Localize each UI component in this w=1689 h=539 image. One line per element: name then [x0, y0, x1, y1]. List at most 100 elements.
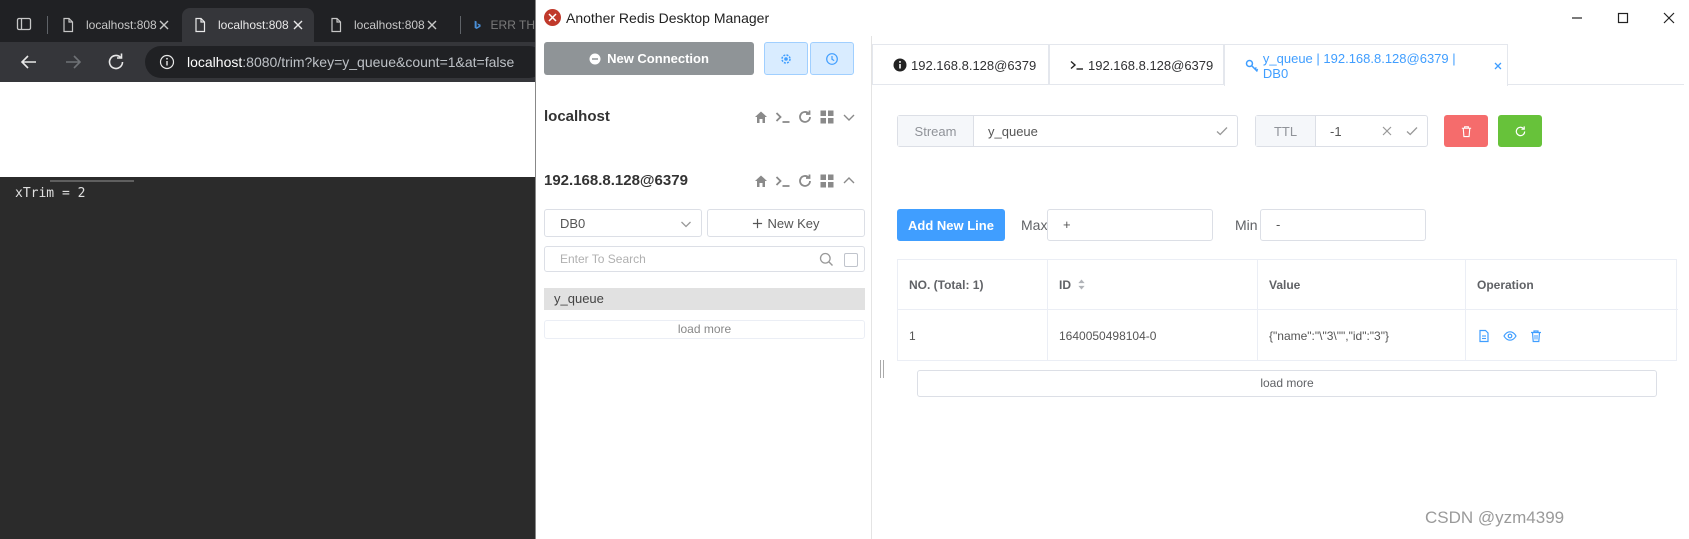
browser-tab-bar: localhost:808 localhost:808 localhost:80… [0, 0, 535, 42]
chevron-up-icon[interactable] [841, 173, 857, 189]
check-icon[interactable] [1405, 124, 1419, 138]
minus-circle-icon [589, 53, 601, 64]
db-select[interactable]: DB0 [544, 209, 702, 237]
column-header-value: Value [1258, 260, 1466, 310]
tab-actions-icon[interactable] [16, 16, 32, 32]
app-title: Another Redis Desktop Manager [566, 10, 770, 26]
tab-label: y_queue | 192.168.8.128@6379 | DB0 [1262, 50, 1456, 81]
browser-tab-label: localhost:808 [86, 18, 157, 32]
grid-icon[interactable] [819, 173, 835, 189]
url-text: localhost:8080/trim?key=y_queue&count=1&… [187, 54, 514, 70]
close-window-icon[interactable] [1661, 10, 1677, 26]
browser-tab-label: ERR TH [490, 18, 535, 32]
ttl-input[interactable]: TTL -1 [1255, 115, 1428, 147]
gear-icon [781, 53, 791, 64]
browser-tab-2[interactable]: localhost:808 [182, 8, 314, 42]
min-label: Min [1235, 217, 1258, 233]
home-icon[interactable] [753, 109, 769, 125]
min-input[interactable]: - [1260, 209, 1426, 241]
check-icon[interactable] [1215, 124, 1229, 138]
connection-localhost[interactable]: localhost [544, 108, 610, 125]
chevron-down-icon[interactable] [841, 109, 857, 125]
connections-pane: New Connection localhost 192.168.8.128@6… [536, 36, 872, 539]
terminal-icon [1070, 60, 1083, 70]
clear-icon[interactable] [1381, 125, 1393, 137]
reload-icon[interactable] [104, 50, 128, 74]
close-icon[interactable] [156, 17, 172, 33]
search-placeholder: Enter To Search [560, 252, 646, 266]
load-more-rows-button[interactable]: load more [917, 370, 1657, 397]
terminal-icon[interactable] [775, 109, 791, 125]
eye-icon[interactable] [1503, 329, 1517, 343]
address-bar[interactable]: localhost:8080/trim?key=y_queue&count=1&… [145, 46, 545, 78]
new-connection-button[interactable]: New Connection [544, 42, 754, 75]
load-more-keys-button[interactable]: load more [544, 320, 865, 339]
refresh-icon [1515, 125, 1525, 136]
new-key-button[interactable]: New Key [707, 209, 865, 237]
column-header-id[interactable]: ID [1048, 260, 1258, 310]
url-host: localhost [187, 54, 243, 70]
home-icon[interactable] [753, 173, 769, 189]
back-icon[interactable] [17, 50, 41, 74]
connection-192-168-8-128[interactable]: 192.168.8.128@6379 [544, 172, 688, 189]
tab-key-y-queue[interactable]: y_queue | 192.168.8.128@6379 | DB0 [1224, 44, 1508, 86]
max-input[interactable]: + [1047, 209, 1213, 241]
connection-toolbar [753, 109, 857, 125]
max-label: Max [1021, 217, 1048, 233]
browser-tab-1[interactable]: localhost:808 [50, 8, 180, 42]
plus-icon [753, 218, 763, 228]
settings-button[interactable] [764, 42, 808, 75]
grid-icon[interactable] [819, 109, 835, 125]
connection-toolbar [753, 173, 857, 189]
add-new-line-button[interactable]: Add New Line [897, 209, 1005, 241]
page-dark-area [0, 177, 535, 539]
browser-tab-label: localhost:808 [354, 18, 425, 32]
tab-label: 192.168.8.128@6379 [1088, 57, 1214, 73]
app-logo-icon [544, 9, 561, 26]
tab-console[interactable]: 192.168.8.128@6379 [1049, 44, 1224, 85]
key-detail-pane: 192.168.8.128@6379 192.168.8.128@6379 y_… [872, 36, 1689, 539]
search-icon[interactable] [819, 252, 834, 267]
sort-icon[interactable] [1077, 278, 1086, 291]
exact-search-checkbox[interactable] [844, 253, 858, 267]
minimize-icon[interactable] [1569, 10, 1585, 26]
pane-resize-handle[interactable] [880, 360, 884, 378]
close-icon[interactable] [424, 17, 440, 33]
tab-bar: 192.168.8.128@6379 192.168.8.128@6379 y_… [872, 44, 1684, 86]
refresh-key-button[interactable] [1498, 115, 1542, 147]
page-icon [195, 17, 206, 33]
document-icon[interactable] [1477, 329, 1491, 343]
close-tab-icon[interactable] [1493, 61, 1503, 71]
maximize-icon[interactable] [1615, 10, 1631, 26]
key-type-label: Stream [898, 116, 974, 146]
browser-tab-3[interactable]: localhost:808 [318, 8, 448, 42]
delete-key-button[interactable] [1444, 115, 1488, 147]
ttl-label: TTL [1256, 116, 1316, 146]
refresh-icon[interactable] [797, 109, 813, 125]
column-header-id-label: ID [1059, 277, 1071, 292]
clock-icon [826, 52, 838, 65]
close-icon[interactable] [290, 17, 306, 33]
browser-tab-label: localhost:808 [218, 18, 289, 32]
tab-label: 192.168.8.128@6379 [911, 57, 1037, 73]
refresh-icon[interactable] [797, 173, 813, 189]
url-path: :8080/trim?key=y_queue&count=1&at=false [242, 54, 515, 70]
key-search-input[interactable]: Enter To Search [544, 246, 865, 272]
key-name-input[interactable]: Stream y_queue [897, 115, 1238, 147]
terminal-icon[interactable] [775, 173, 791, 189]
key-list-item[interactable]: y_queue [544, 288, 865, 310]
divider [50, 180, 134, 182]
browser-window: localhost:808 localhost:808 localhost:80… [0, 0, 545, 539]
key-name-value: y_queue [988, 123, 1038, 139]
history-button[interactable] [810, 42, 854, 75]
column-header-no: NO. (Total: 1) [898, 260, 1048, 310]
chevron-down-icon [681, 221, 691, 228]
tab-server-info[interactable]: 192.168.8.128@6379 [872, 44, 1049, 85]
site-info-icon[interactable] [159, 54, 175, 70]
column-header-operation: Operation [1466, 260, 1678, 310]
forward-icon[interactable] [61, 50, 85, 74]
trash-icon[interactable] [1529, 329, 1543, 343]
browser-tab-4[interactable]: ERR TH [464, 8, 535, 42]
browser-nav-bar: localhost:8080/trim?key=y_queue&count=1&… [0, 42, 545, 82]
redis-manager-window: Another Redis Desktop Manager New Connec… [535, 0, 1689, 539]
